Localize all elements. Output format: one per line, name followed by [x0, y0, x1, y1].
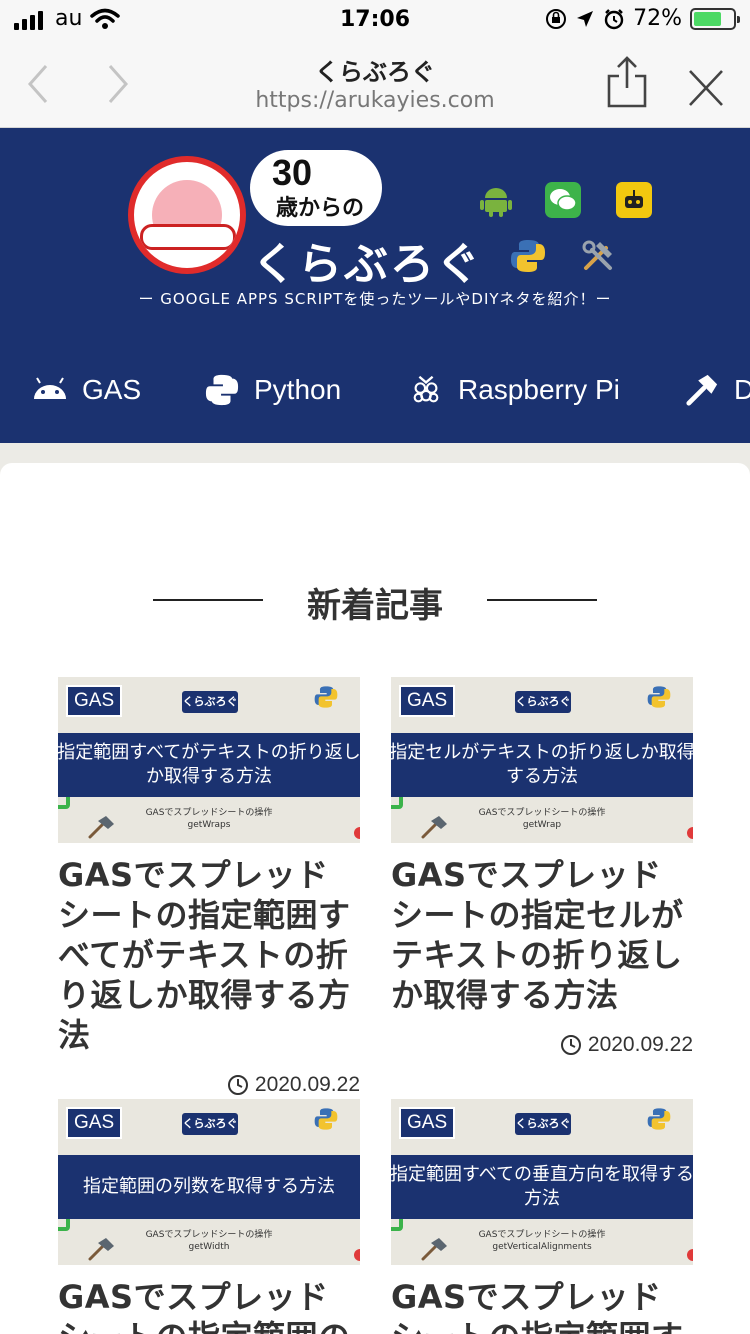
thumbnail-logo: くらぶろぐ — [515, 1113, 571, 1135]
thumbnail-logo: くらぶろぐ — [182, 691, 238, 713]
site-header[interactable]: 30 歳からの くらぶろぐ ー GOOGLE APPS SCRIPTを使ったツー… — [0, 128, 750, 341]
python-icon — [511, 240, 545, 272]
post-card[interactable]: GAS くらぶろぐ 指定範囲の列数を取得する方法 GASでスプレッドシートの操作… — [58, 1099, 360, 1334]
browser-nav-bar: くらぶろぐ https://arukayies.com — [0, 40, 750, 128]
raspberry-icon — [413, 375, 439, 403]
hammer-icon — [88, 816, 114, 839]
category-menu: GAS Python Raspberry Pi D — [0, 341, 750, 443]
battery-icon — [690, 7, 740, 30]
python-icon — [314, 1108, 338, 1130]
site-tagline: ー GOOGLE APPS SCRIPTを使ったツールやDIYネタを紹介！ー — [138, 290, 612, 308]
post-date-label: 2020.09.22 — [587, 1033, 693, 1056]
status-right: 72% — [545, 6, 740, 31]
site-brand: くらぶろぐ — [252, 239, 482, 290]
python-icon — [205, 374, 239, 406]
python-icon — [314, 686, 338, 708]
category-item-python[interactable]: Python — [204, 373, 341, 407]
post-date: 2020.09.22 — [391, 1033, 693, 1057]
thumbnail-banner-line: 指定範囲の列数を取得する方法 — [83, 1176, 335, 1197]
category-label: GAS — [82, 374, 142, 405]
section-divider — [487, 599, 597, 601]
section-header: 新着記事 — [0, 578, 750, 626]
wechat-icon — [545, 182, 581, 218]
thumbnail-logo: くらぶろぐ — [515, 691, 571, 713]
category-label: Python — [254, 374, 342, 405]
category-label: D — [734, 374, 750, 405]
thumbnail-banner-line: する方法 — [506, 766, 578, 787]
thumbnail-banner: 指定範囲の列数を取得する方法 — [58, 1155, 360, 1219]
thumbnail-tag: GAS — [399, 1107, 456, 1139]
logo-number: 30 — [272, 152, 313, 193]
logo-character-icon — [128, 156, 246, 274]
category-item-raspberry-pi[interactable]: Raspberry Pi — [408, 373, 620, 407]
thumbnail-banner-line: 指定セルがテキストの折り返しか取得 — [391, 742, 693, 763]
post-title[interactable]: GASでスプレッドシートの指定範囲の列 — [58, 1277, 360, 1334]
post-card[interactable]: GAS くらぶろぐ 指定範囲すべてがテキストの折り返し か取得する方法 GASで… — [58, 677, 360, 1097]
android-icon — [34, 377, 66, 399]
thumbnail-banner: 指定範囲すべてがテキストの折り返し か取得する方法 — [58, 733, 360, 797]
post-title[interactable]: GASでスプレッドシートの指定範囲すべてがテキストの折り返しか取得する方法 — [58, 855, 360, 1055]
status-bar: au 17:06 72% — [0, 0, 750, 40]
thumbnail-tag: GAS — [66, 1107, 123, 1139]
hammer-icon — [421, 816, 447, 839]
section-title: 新着記事 — [307, 586, 443, 626]
thumbnail-banner: 指定セルがテキストの折り返しか取得 する方法 — [391, 733, 693, 797]
alarm-icon — [604, 8, 624, 29]
post-date-label: 2020.09.22 — [254, 1073, 360, 1096]
post-card[interactable]: GAS くらぶろぐ 指定セルがテキストの折り返しか取得 する方法 GASでスプレ… — [391, 677, 693, 1057]
android-icon — [480, 188, 512, 217]
thumbnail-tag: GAS — [399, 685, 456, 717]
close-icon — [689, 70, 723, 106]
clock-icon — [560, 1035, 581, 1055]
close-button[interactable] — [684, 68, 728, 108]
post-date: 2020.09.22 — [58, 1073, 360, 1097]
post-title[interactable]: GASでスプレッドシートの指定範囲すべ — [391, 1277, 693, 1334]
thumbnail-tag: GAS — [66, 685, 123, 717]
thumbnail-banner: 指定範囲すべての垂直方向を取得する 方法 — [391, 1155, 693, 1219]
post-title[interactable]: GASでスプレッドシートの指定セルがテキストの折り返しか取得する方法 — [391, 855, 693, 1015]
thumbnail-banner-line: 指定範囲すべての垂直方向を取得する — [391, 1164, 693, 1185]
post-thumbnail[interactable]: GAS くらぶろぐ 指定範囲すべての垂直方向を取得する 方法 GASでスプレッド… — [391, 1099, 693, 1265]
post-thumbnail[interactable]: GAS くらぶろぐ 指定範囲すべてがテキストの折り返し か取得する方法 GASで… — [58, 677, 360, 843]
hammer-icon — [88, 1238, 114, 1261]
share-icon — [607, 56, 647, 108]
location-icon — [577, 10, 594, 27]
post-card[interactable]: GAS くらぶろぐ 指定範囲すべての垂直方向を取得する 方法 GASでスプレッド… — [391, 1099, 693, 1334]
orientation-lock-icon — [546, 8, 567, 29]
category-item-gas[interactable]: GAS — [32, 373, 141, 407]
thumbnail-banner-line: 方法 — [524, 1188, 560, 1209]
robot-icon — [616, 182, 652, 218]
thumbnail-banner-line: 指定範囲すべてがテキストの折り返し — [58, 742, 360, 763]
thumbnail-banner-line: か取得する方法 — [146, 766, 272, 787]
thumbnail-logo: くらぶろぐ — [182, 1113, 238, 1135]
post-thumbnail[interactable]: GAS くらぶろぐ 指定範囲の列数を取得する方法 GASでスプレッドシートの操作… — [58, 1099, 360, 1265]
clock-icon — [227, 1075, 248, 1095]
battery-percent: 72% — [633, 6, 682, 31]
post-thumbnail[interactable]: GAS くらぶろぐ 指定セルがテキストの折り返しか取得 する方法 GASでスプレ… — [391, 677, 693, 843]
category-label: Raspberry Pi — [458, 374, 620, 405]
python-icon — [647, 1108, 671, 1130]
hammer-icon — [686, 374, 718, 406]
category-item-diy[interactable]: D — [684, 373, 750, 407]
share-button[interactable] — [605, 56, 649, 110]
logo-subtitle: 歳からの — [276, 196, 365, 221]
tools-icon — [582, 240, 612, 270]
hammer-icon — [421, 1238, 447, 1261]
python-icon — [647, 686, 671, 708]
